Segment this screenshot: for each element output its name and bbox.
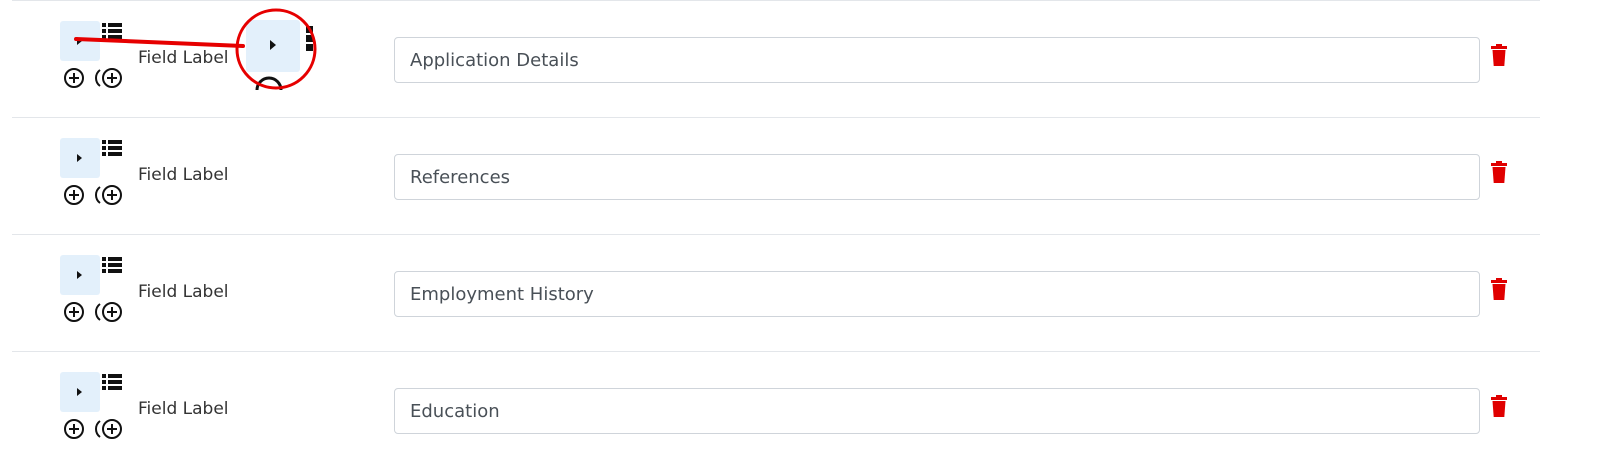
plus-circle-nested-icon[interactable] [92, 184, 124, 206]
field-value-input[interactable] [394, 388, 1480, 434]
trash-icon[interactable] [1491, 161, 1507, 183]
list-icon[interactable] [102, 373, 122, 391]
plus-circle-nested-icon[interactable] [92, 301, 124, 323]
field-label: Field Label [138, 165, 229, 185]
field-label: Field Label [138, 282, 229, 302]
expand-button[interactable] [60, 21, 100, 61]
field-value-input[interactable] [394, 154, 1480, 200]
expand-button[interactable] [60, 372, 100, 412]
trash-icon[interactable] [1491, 278, 1507, 300]
field-row: Field Label [12, 117, 1540, 234]
plus-circle-nested-icon[interactable] [92, 67, 124, 89]
list-icon[interactable] [102, 139, 122, 157]
field-row: Field Label [12, 234, 1540, 351]
list-icon[interactable] [102, 256, 122, 274]
trash-icon[interactable] [1491, 44, 1507, 66]
plus-circle-icon[interactable] [63, 301, 85, 323]
plus-circle-icon[interactable] [63, 184, 85, 206]
field-row: Field Label [12, 0, 1540, 117]
list-icon[interactable] [102, 22, 122, 40]
trash-icon[interactable] [1491, 395, 1507, 417]
field-label: Field Label [138, 48, 229, 68]
field-label: Field Label [138, 399, 229, 419]
field-row: Field Label [12, 351, 1540, 468]
field-value-input[interactable] [394, 271, 1480, 317]
plus-circle-nested-icon[interactable] [92, 418, 124, 440]
expand-button[interactable] [60, 138, 100, 178]
field-value-input[interactable] [394, 37, 1480, 83]
plus-circle-icon[interactable] [63, 67, 85, 89]
plus-circle-icon[interactable] [63, 418, 85, 440]
expand-button[interactable] [60, 255, 100, 295]
